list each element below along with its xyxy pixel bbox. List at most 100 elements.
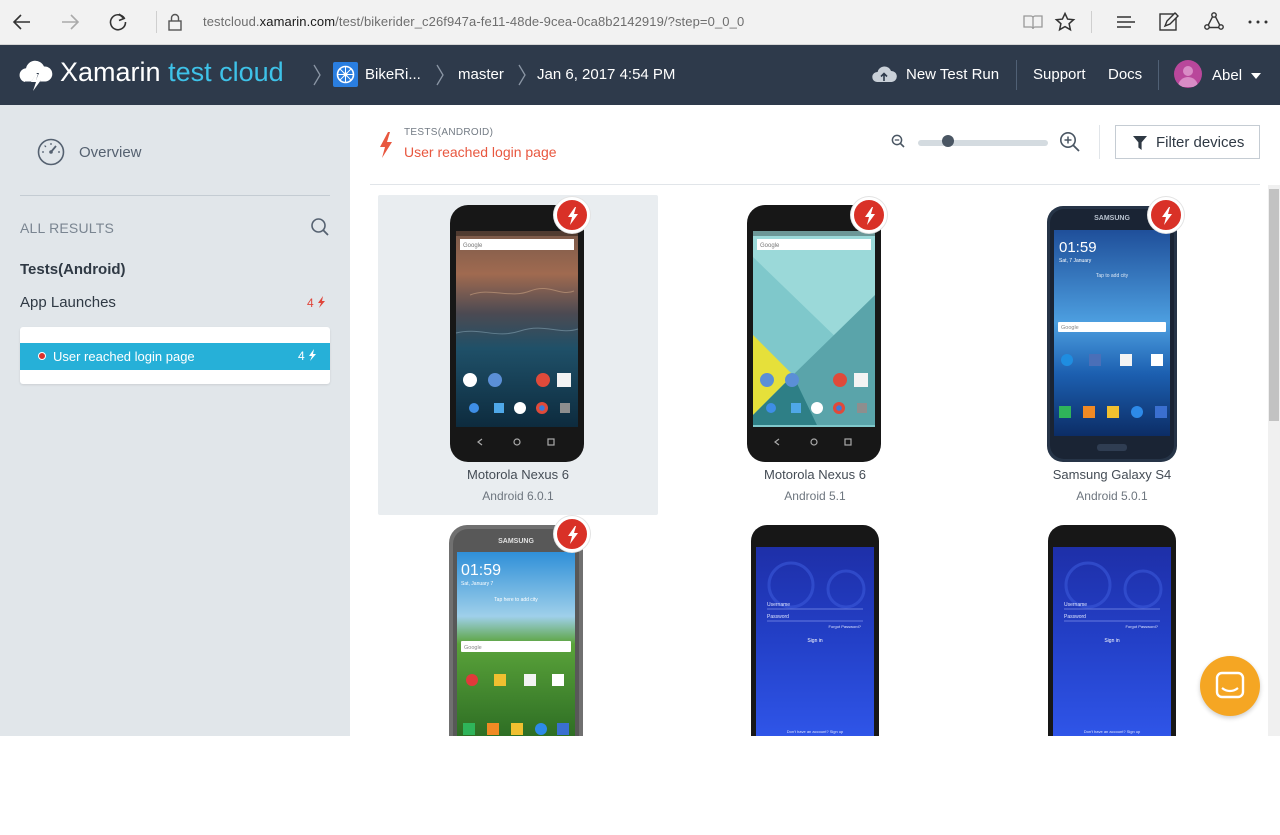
svg-text:Don't have an account? Sign up: Don't have an account? Sign up [787,729,844,734]
forward-arrow-icon[interactable] [58,10,82,34]
chat-icon [1215,671,1245,699]
device-card[interactable]: Username Password Forgot Password? Sign … [675,515,955,835]
brand-bold: Xamarin [60,57,161,87]
speedometer-icon [37,138,65,166]
lock-icon[interactable] [163,10,187,34]
cloud-upload-icon[interactable] [871,65,897,85]
bolt-icon [318,296,326,308]
filter-icon [1133,136,1147,150]
svg-text:Google: Google [760,243,780,249]
more-options-icon[interactable] [1246,10,1270,34]
filter-devices-button[interactable]: Filter devices [1115,125,1260,159]
svg-text:SAMSUNG: SAMSUNG [498,538,534,545]
address-bar[interactable]: testcloud.xamarin.com/test/bikerider_c26… [203,14,744,29]
browser-toolbar: testcloud.xamarin.com/test/bikerider_c26… [0,0,1280,45]
svg-text:Sat, 7 January: Sat, 7 January [1059,258,1092,264]
chevron-right-icon [517,62,527,88]
bolt-icon [309,349,317,361]
avatar[interactable] [1174,60,1202,88]
device-screenshot: Username Password Forgot Password? Sign … [1048,525,1176,736]
main-divider [370,184,1260,185]
device-os: Android 5.0.1 [1076,489,1148,503]
svg-text:Sign in: Sign in [807,638,823,644]
docs-link[interactable]: Docs [1108,66,1142,83]
device-card[interactable]: Google Motorola Nexus 6 Android 5.1 [675,195,955,515]
failed-badge-icon [1148,197,1184,233]
device-card[interactable]: Google Motorola Nexus 6 Android 6.0.1 [378,195,658,515]
fail-status-dot [38,352,46,360]
device-screenshot: SAMSUNG 01:59 Sat, 7 January Tap to add … [1047,206,1177,462]
back-arrow-icon[interactable] [10,10,34,34]
svg-text:Forgot Password?: Forgot Password? [829,624,862,629]
bolt-icon [378,132,394,158]
bike-project-icon [333,62,358,87]
app-launches-fail-count: 4 [307,296,326,310]
url-prefix: testcloud. [203,14,260,29]
svg-text:Sat, January 7: Sat, January 7 [461,581,493,587]
app-brand[interactable]: Xamarin test cloud [60,57,284,88]
support-link[interactable]: Support [1033,66,1086,83]
sidebar-item-app-launches[interactable]: App Launches [20,294,116,311]
step-label: User reached login page [53,349,195,364]
svg-text:Username: Username [1064,602,1087,608]
app-launches-count: 4 [307,296,314,310]
header-divider [1016,60,1017,90]
device-screenshot: Username Password Forgot Password? Sign … [751,525,879,736]
svg-text:Sign in: Sign in [1104,638,1120,644]
refresh-icon[interactable] [106,10,130,34]
svg-text:SAMSUNG: SAMSUNG [1094,215,1130,222]
svg-text:Password: Password [1064,614,1086,620]
sidebar: Overview ALL RESULTS Tests(Android) App … [0,105,350,736]
device-screenshot: Google [747,205,881,462]
xamarin-cloud-logo-icon[interactable] [16,58,54,94]
sidebar-divider [20,195,330,196]
zoom-slider-handle[interactable] [941,135,954,147]
device-name: Motorola Nexus 6 [764,467,866,482]
user-name[interactable]: Abel [1212,67,1242,84]
svg-text:Don't have an account? Sign up: Don't have an account? Sign up [1084,729,1141,734]
main-content: TESTS(ANDROID) User reached login page F… [350,105,1280,736]
scrollbar-thumb[interactable] [1269,189,1279,421]
toolbar-divider [156,11,157,33]
zoom-out-icon[interactable] [891,134,905,148]
chat-launcher-button[interactable] [1200,656,1260,716]
search-icon[interactable] [310,217,330,237]
chevron-right-icon [435,62,445,88]
breadcrumb-run-date[interactable]: Jan 6, 2017 4:54 PM [537,66,675,83]
step-fail-count: 4 [298,349,317,363]
failed-badge-icon [554,516,590,552]
device-card[interactable]: SAMSUNG 01:59 Sat, January 7 Tap here to… [378,515,658,835]
step-list: User reached login page 4 [20,327,330,384]
svg-text:01:59: 01:59 [1059,239,1097,256]
app-header: Xamarin test cloud BikeRi... master Jan … [0,45,1280,105]
svg-text:Google: Google [1061,325,1079,331]
hub-icon[interactable] [1114,10,1138,34]
svg-text:Tap to add city: Tap to add city [1096,273,1129,279]
reading-view-icon[interactable] [1021,10,1045,34]
web-note-icon[interactable] [1157,10,1181,34]
step-item-active[interactable]: User reached login page 4 [20,343,330,370]
overview-label: Overview [79,144,142,161]
new-test-run-link[interactable]: New Test Run [906,66,999,83]
zoom-slider-track[interactable] [918,140,1048,146]
device-card[interactable]: SAMSUNG 01:59 Sat, 7 January Tap to add … [972,195,1252,515]
chevron-right-icon [312,62,322,88]
svg-text:Password: Password [767,614,789,620]
step-count: 4 [298,349,305,363]
filter-devices-label: Filter devices [1156,134,1245,151]
device-screenshot: Google [450,205,584,462]
share-icon[interactable] [1202,10,1226,34]
chevron-down-icon[interactable] [1251,73,1261,79]
all-results-heading: ALL RESULTS [20,220,115,236]
favorite-star-icon[interactable] [1053,10,1077,34]
zoom-in-icon[interactable] [1059,131,1080,152]
toolbar-divider [1091,11,1092,33]
breadcrumb-branch[interactable]: master [458,66,504,83]
url-path: /test/bikerider_c26f947a-fe11-48de-9cea-… [335,14,745,29]
sidebar-item-overview[interactable]: Overview [36,137,296,167]
tests-heading: Tests(Android) [20,261,126,278]
toolbar-divider [1099,125,1100,159]
device-name: Motorola Nexus 6 [467,467,569,482]
failed-badge-icon [554,197,590,233]
breadcrumb-project[interactable]: BikeRi... [365,66,421,83]
